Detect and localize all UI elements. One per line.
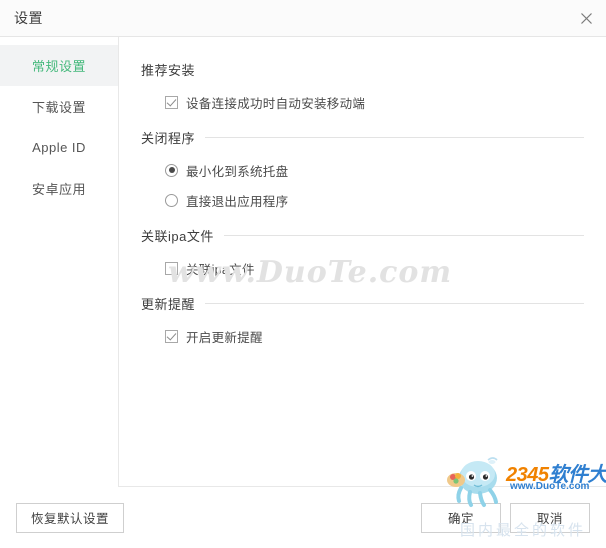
option-label: 直接退出应用程序	[186, 194, 289, 209]
section-close-program: 关闭程序 最小化到系统托盘 直接退出应用程序	[141, 125, 584, 215]
restore-defaults-button[interactable]: 恢复默认设置	[16, 502, 125, 533]
ok-button[interactable]: 确定	[421, 502, 501, 533]
settings-window: 设置 常规设置 下载设置 Apple ID 安卓应用 推荐安装 设备连接成功时自…	[0, 0, 606, 548]
checkbox-icon[interactable]	[165, 95, 178, 109]
sidebar-item-android-app[interactable]: 安卓应用	[0, 168, 118, 209]
option-minimize-to-tray[interactable]: 最小化到系统托盘	[141, 155, 584, 185]
section-recommend-install: 推荐安装 设备连接成功时自动安装移动端	[141, 57, 584, 117]
section-header: 推荐安装	[141, 57, 584, 81]
section-header: 关联ipa文件	[141, 223, 584, 247]
section-header: 更新提醒	[141, 291, 584, 315]
section-divider	[205, 302, 584, 304]
option-enable-update-reminder[interactable]: 开启更新提醒	[141, 321, 584, 351]
option-label: 关联ipa文件	[186, 262, 255, 277]
sidebar: 常规设置 下载设置 Apple ID 安卓应用	[0, 37, 119, 487]
section-divider	[205, 136, 584, 138]
option-associate-ipa[interactable]: 关联ipa文件	[141, 253, 584, 283]
option-label: 设备连接成功时自动安装移动端	[186, 96, 366, 111]
section-title: 更新提醒	[141, 296, 196, 312]
section-divider	[205, 69, 584, 70]
section-associate-ipa: 关联ipa文件 关联ipa文件	[141, 223, 584, 283]
sidebar-item-label: 安卓应用	[31, 182, 86, 197]
option-label: 最小化到系统托盘	[186, 164, 289, 179]
sidebar-item-label: 下载设置	[31, 100, 86, 115]
section-header: 关闭程序	[141, 125, 584, 149]
section-title: 推荐安装	[141, 62, 196, 78]
option-label: 开启更新提醒	[186, 330, 263, 345]
sidebar-item-download[interactable]: 下载设置	[0, 86, 118, 127]
window-title: 设置	[14, 10, 43, 26]
section-title: 关闭程序	[141, 130, 196, 146]
sidebar-item-label: Apple ID	[32, 140, 86, 155]
section-title: 关联ipa文件	[141, 228, 214, 244]
radio-icon[interactable]	[165, 193, 178, 207]
footer-bar: 恢复默认设置 确定 取消	[0, 487, 606, 548]
option-auto-install-mobile[interactable]: 设备连接成功时自动安装移动端	[141, 87, 584, 117]
checkbox-icon[interactable]	[165, 329, 178, 343]
radio-icon[interactable]	[165, 163, 178, 177]
section-divider	[223, 234, 584, 236]
sidebar-item-apple-id[interactable]: Apple ID	[0, 127, 118, 168]
section-update-reminder: 更新提醒 开启更新提醒	[141, 291, 584, 351]
sidebar-item-label: 常规设置	[31, 59, 86, 74]
title-bar: 设置	[0, 0, 606, 37]
checkbox-icon[interactable]	[165, 261, 178, 275]
sidebar-item-general[interactable]: 常规设置	[0, 45, 118, 86]
window-body: 常规设置 下载设置 Apple ID 安卓应用 推荐安装 设备连接成功时自动安装…	[0, 37, 606, 487]
option-exit-application[interactable]: 直接退出应用程序	[141, 185, 584, 215]
settings-content: 推荐安装 设备连接成功时自动安装移动端 关闭程序 最小化到系统托盘 直接退出应用…	[119, 37, 606, 487]
close-icon[interactable]	[566, 0, 606, 36]
cancel-button[interactable]: 取消	[510, 502, 590, 533]
